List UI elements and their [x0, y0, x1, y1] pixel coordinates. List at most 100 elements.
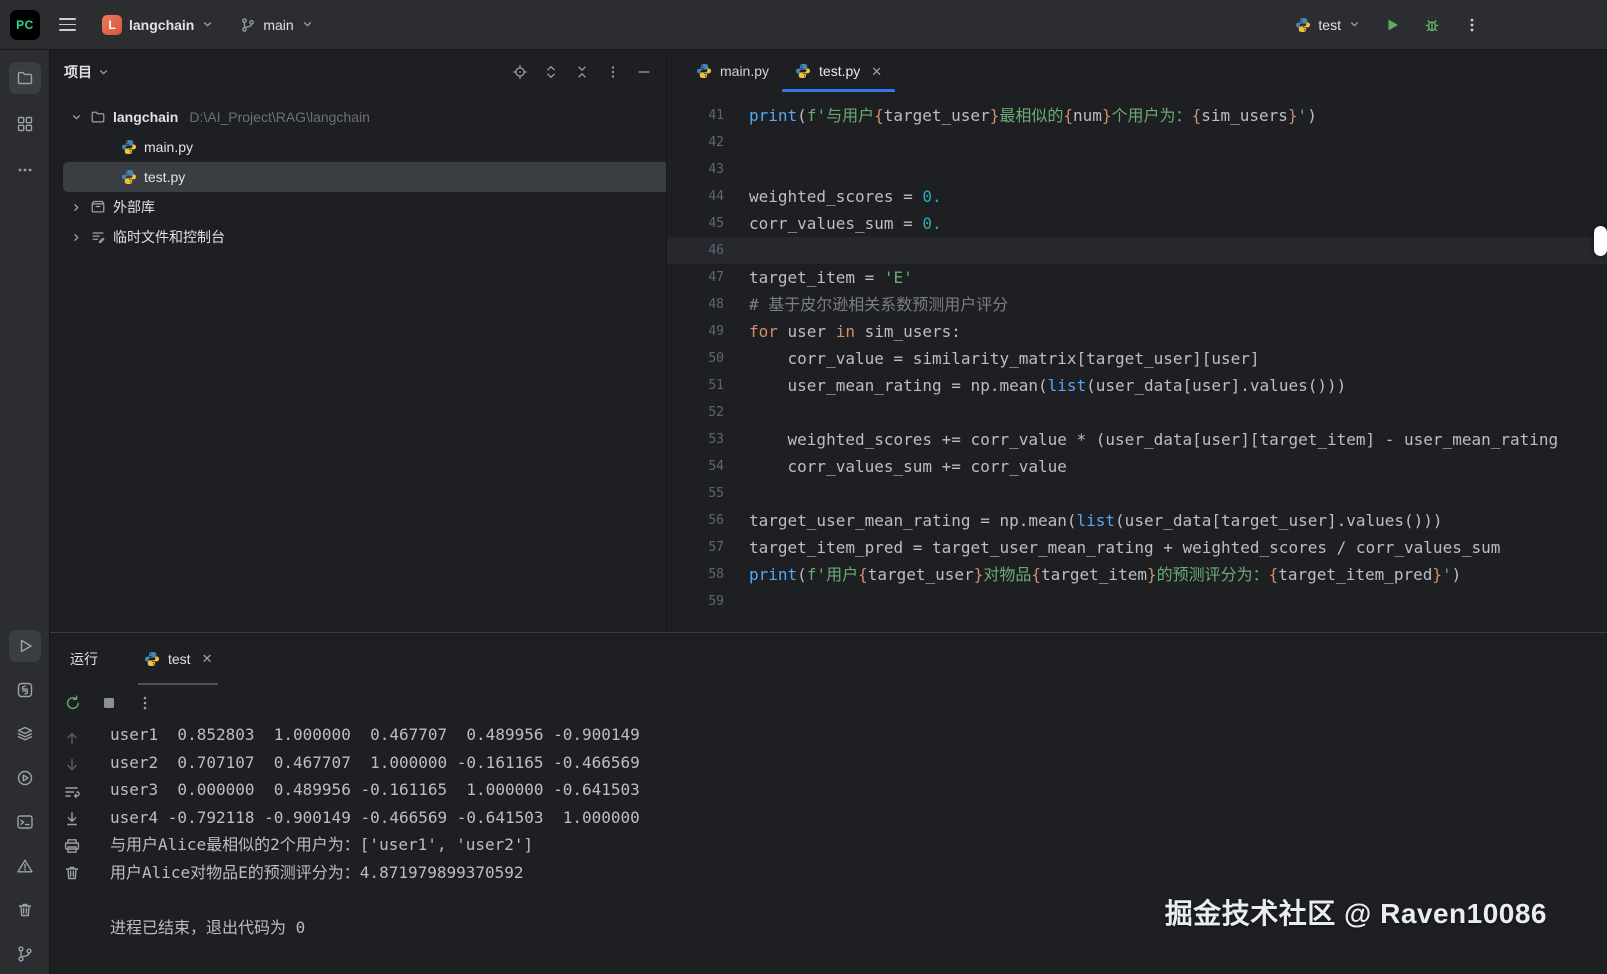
chevron-right-icon[interactable]: [70, 201, 83, 214]
scroll-down-button[interactable]: [63, 756, 81, 774]
tree-item-test-py[interactable]: test.py: [63, 162, 666, 192]
close-tab-icon[interactable]: ✕: [871, 65, 882, 78]
line-number[interactable]: 56: [667, 507, 724, 534]
code-text[interactable]: weighted_scores += corr_value * (user_da…: [724, 426, 1559, 453]
code-line[interactable]: 55: [667, 480, 1607, 507]
code-text[interactable]: [724, 588, 749, 615]
code-text[interactable]: [724, 480, 749, 507]
run-anything-tool-button[interactable]: [9, 762, 41, 794]
code-text[interactable]: [724, 129, 749, 156]
line-number[interactable]: 48: [667, 291, 724, 318]
line-number[interactable]: 50: [667, 345, 724, 372]
code-text[interactable]: [724, 399, 749, 426]
code-text[interactable]: target_user_mean_rating = np.mean(list(u…: [724, 507, 1443, 534]
problems-tool-button[interactable]: [9, 850, 41, 882]
line-number[interactable]: 57: [667, 534, 724, 561]
line-number[interactable]: 44: [667, 183, 724, 210]
python-console-tool-button[interactable]: [9, 674, 41, 706]
code-text[interactable]: print(f'用户{target_user}对物品{target_item}的…: [724, 561, 1461, 588]
line-number[interactable]: 58: [667, 561, 724, 588]
code-line[interactable]: 56 target_user_mean_rating = np.mean(list…: [667, 507, 1607, 534]
chevron-right-icon[interactable]: [70, 231, 83, 244]
project-view-selector[interactable]: 项目: [64, 55, 110, 89]
code-text[interactable]: [724, 237, 749, 264]
chevron-down-icon[interactable]: [70, 111, 83, 124]
code-text[interactable]: user_mean_rating = np.mean(list(user_dat…: [724, 372, 1347, 399]
line-number[interactable]: 55: [667, 480, 724, 507]
line-number[interactable]: 59: [667, 588, 724, 615]
code-text[interactable]: [724, 156, 749, 183]
close-tab-icon[interactable]: ✕: [202, 651, 213, 667]
code-line[interactable]: 53 weighted_scores += corr_value * (user…: [667, 426, 1607, 453]
run-options-button[interactable]: [136, 694, 154, 712]
code-text[interactable]: print(f'与用户{target_user}最相似的{num}个用户为：{s…: [724, 102, 1317, 129]
code-text[interactable]: weighted_scores = 0.: [724, 183, 942, 210]
locate-file-button[interactable]: [512, 64, 528, 80]
services-tool-button[interactable]: [9, 718, 41, 750]
panel-options-button[interactable]: [605, 64, 621, 80]
code-line[interactable]: 59: [667, 588, 1607, 615]
project-widget[interactable]: L langchain: [94, 8, 222, 42]
tree-item-main-py[interactable]: main.py: [50, 132, 666, 162]
code-line[interactable]: 45 corr_values_sum = 0.: [667, 210, 1607, 237]
line-number[interactable]: 41: [667, 102, 724, 129]
code-line[interactable]: 44 weighted_scores = 0.: [667, 183, 1607, 210]
tab-test-py[interactable]: test.py ✕: [782, 50, 896, 92]
line-number[interactable]: 51: [667, 372, 724, 399]
stop-button[interactable]: [100, 694, 118, 712]
code-line[interactable]: 52: [667, 399, 1607, 426]
scroll-up-button[interactable]: [63, 729, 81, 747]
line-number[interactable]: 46: [667, 237, 724, 264]
line-number[interactable]: 47: [667, 264, 724, 291]
rerun-button[interactable]: [64, 694, 82, 712]
scroll-to-end-button[interactable]: [63, 810, 81, 828]
tree-item-external-libraries[interactable]: 外部库: [50, 192, 666, 222]
git-tool-button[interactable]: [9, 938, 41, 970]
code-text[interactable]: corr_values_sum = 0.: [724, 210, 942, 237]
code-text[interactable]: for user in sim_users:: [724, 318, 961, 345]
terminal-tool-button[interactable]: [9, 806, 41, 838]
code-line[interactable]: 41 print(f'与用户{target_user}最相似的{num}个用户为：…: [667, 102, 1607, 129]
code-line[interactable]: 58 print(f'用户{target_user}对物品{target_item…: [667, 561, 1607, 588]
more-tools-button[interactable]: [9, 154, 41, 186]
branch-widget[interactable]: main: [232, 8, 321, 42]
line-number[interactable]: 49: [667, 318, 724, 345]
code-line[interactable]: 46: [667, 237, 1607, 264]
code-line[interactable]: 50 corr_value = similarity_matrix[target…: [667, 345, 1607, 372]
run-tab-test[interactable]: test ✕: [134, 633, 222, 685]
hide-panel-button[interactable]: [636, 64, 652, 80]
run-tool-button[interactable]: [8, 630, 41, 662]
code-line[interactable]: 43: [667, 156, 1607, 183]
tree-item-scratches[interactable]: 临时文件和控制台: [50, 222, 666, 252]
code-line[interactable]: 54 corr_values_sum += corr_value: [667, 453, 1607, 480]
console-output[interactable]: user1 0.852803 1.000000 0.467707 0.48995…: [94, 721, 1607, 974]
code-line[interactable]: 57 target_item_pred = target_user_mean_ra…: [667, 534, 1607, 561]
structure-tool-button[interactable]: [9, 108, 41, 140]
tab-main-py[interactable]: main.py: [683, 50, 782, 92]
run-config-widget[interactable]: test: [1287, 8, 1369, 42]
line-number[interactable]: 45: [667, 210, 724, 237]
line-number[interactable]: 43: [667, 156, 724, 183]
code-line[interactable]: 42: [667, 129, 1607, 156]
code-text[interactable]: corr_value = similarity_matrix[target_us…: [724, 345, 1260, 372]
line-number[interactable]: 54: [667, 453, 724, 480]
code-text[interactable]: corr_values_sum += corr_value: [724, 453, 1067, 480]
expand-all-button[interactable]: [543, 64, 559, 80]
soft-wrap-button[interactable]: [63, 783, 81, 801]
code-text[interactable]: target_item = 'E': [724, 264, 913, 291]
code-text[interactable]: # 基于皮尔逊相关系数预测用户评分: [724, 291, 1008, 318]
debug-button[interactable]: [1415, 8, 1449, 42]
collapse-all-button[interactable]: [574, 64, 590, 80]
titlebar-more-button[interactable]: [1455, 8, 1489, 42]
project-tool-button[interactable]: [8, 62, 41, 94]
run-button[interactable]: [1375, 8, 1409, 42]
code-line[interactable]: 51 user_mean_rating = np.mean(list(user_…: [667, 372, 1607, 399]
line-number[interactable]: 52: [667, 399, 724, 426]
print-button[interactable]: [63, 837, 81, 855]
code-text[interactable]: target_item_pred = target_user_mean_rati…: [724, 534, 1500, 561]
code-line[interactable]: 47 target_item = 'E': [667, 264, 1607, 291]
line-number[interactable]: 53: [667, 426, 724, 453]
line-number[interactable]: 42: [667, 129, 724, 156]
clear-console-button[interactable]: [63, 864, 81, 882]
tree-item-project-root[interactable]: langchain D:\AI_Project\RAG\langchain: [50, 102, 666, 132]
